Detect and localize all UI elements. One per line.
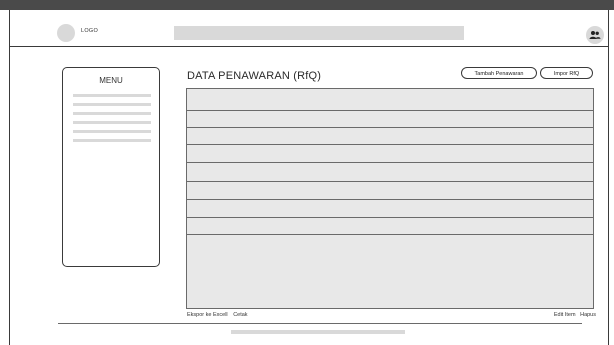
- window-top-bar: [0, 0, 614, 10]
- footer-divider: [58, 323, 582, 324]
- table-row[interactable]: [187, 181, 593, 182]
- table-row[interactable]: [187, 234, 593, 235]
- table-row[interactable]: [187, 110, 593, 111]
- menu-item-2[interactable]: [73, 103, 151, 106]
- footer-actions-left: Ekspor ke Excell Cetak: [187, 312, 252, 318]
- export-excel-link[interactable]: Ekspor ke Excell: [187, 312, 228, 318]
- users-icon: [589, 31, 601, 39]
- window-right-edge: [608, 10, 614, 345]
- edit-item-link[interactable]: Edit Item: [554, 312, 576, 318]
- menu-item-6[interactable]: [73, 139, 151, 142]
- logo-label: LOGO: [81, 28, 99, 34]
- header: LOGO: [10, 10, 608, 47]
- users-button[interactable]: [586, 26, 604, 44]
- menu-title: MENU: [99, 76, 123, 85]
- window-left-edge: [0, 10, 10, 345]
- search-bar[interactable]: [174, 26, 464, 40]
- add-offer-button[interactable]: Tambah Penawaran: [461, 67, 537, 79]
- print-link[interactable]: Cetak: [233, 312, 247, 318]
- menu-item-3[interactable]: [73, 112, 151, 115]
- menu-item-1[interactable]: [73, 94, 151, 97]
- footer-placeholder-bar: [231, 330, 405, 334]
- table-row[interactable]: [187, 162, 593, 163]
- logo-placeholder: [57, 24, 75, 42]
- data-table: [186, 88, 594, 309]
- menu-item-5[interactable]: [73, 130, 151, 133]
- import-rfq-button[interactable]: Impor RfQ: [540, 67, 593, 79]
- table-row[interactable]: [187, 199, 593, 200]
- table-row[interactable]: [187, 127, 593, 128]
- footer-actions-right: Edit Item Hapus: [551, 312, 596, 318]
- page-title: DATA PENAWARAN (RfQ): [187, 70, 322, 82]
- table-row[interactable]: [187, 144, 593, 145]
- sidebar-menu: MENU: [62, 67, 160, 267]
- delete-link[interactable]: Hapus: [580, 312, 596, 318]
- table-row[interactable]: [187, 217, 593, 218]
- menu-item-4[interactable]: [73, 121, 151, 124]
